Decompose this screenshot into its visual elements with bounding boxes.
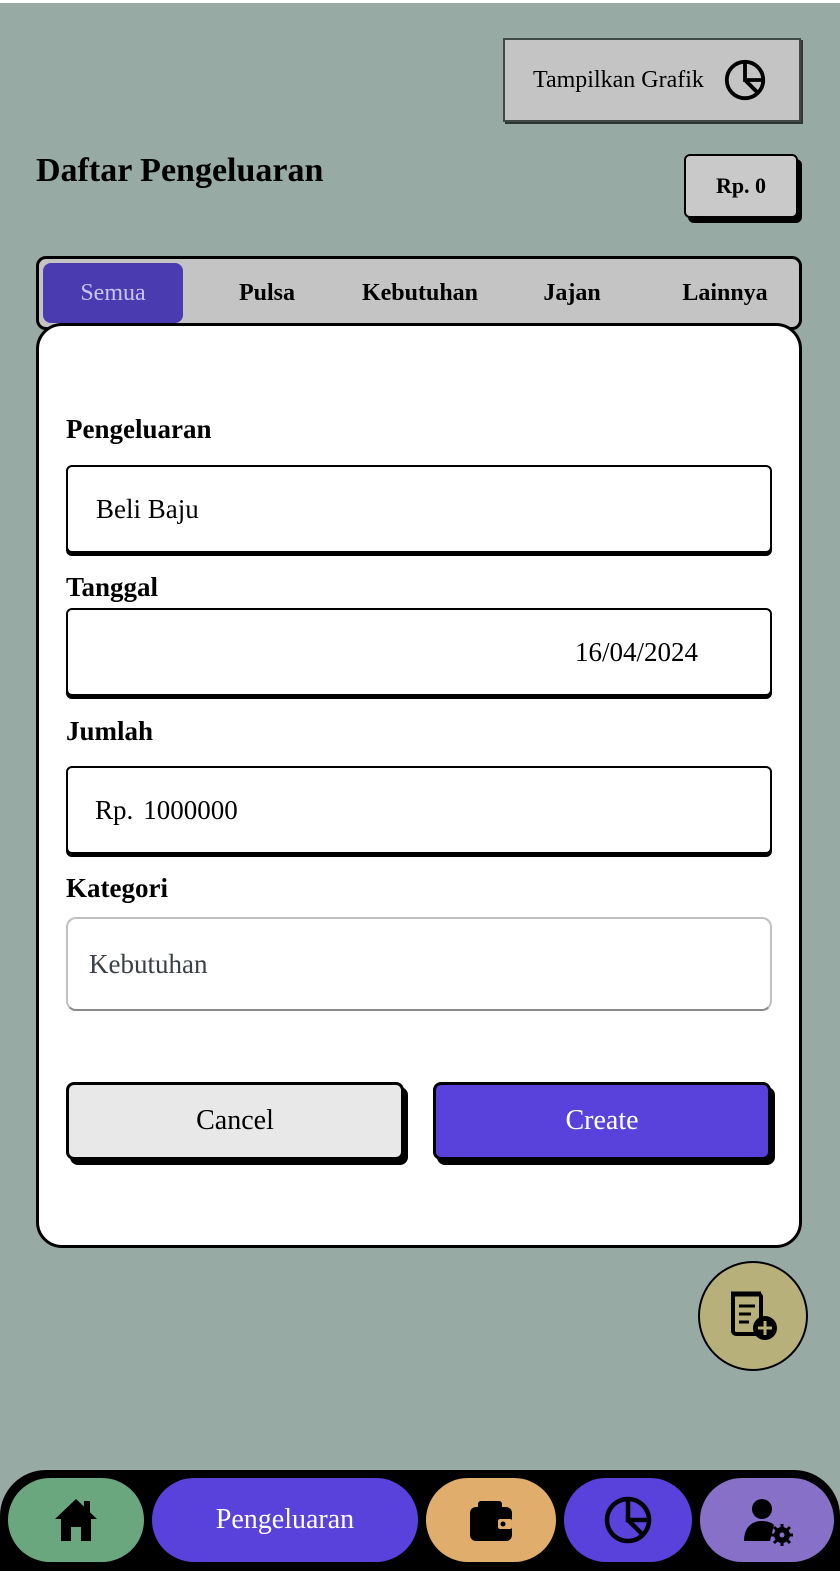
amount-label: Jumlah xyxy=(66,716,154,746)
amount-input-value: 1000000 xyxy=(143,794,238,825)
user-settings-icon xyxy=(744,1499,793,1546)
category-label: Kategori xyxy=(66,873,168,903)
expense-input-value: Beli Baju xyxy=(96,493,199,524)
nav-home-button[interactable] xyxy=(8,1478,144,1562)
date-input-value: 16/04/2024 xyxy=(574,636,698,667)
nav-chart-button[interactable] xyxy=(564,1478,692,1562)
category-select[interactable]: Kebutuhan xyxy=(66,917,772,1011)
tab-semua[interactable]: Semua xyxy=(43,263,183,323)
cancel-button[interactable]: Cancel xyxy=(66,1082,404,1160)
nav-expenses-label: Pengeluaran xyxy=(215,1504,355,1535)
nav-wallet-button[interactable] xyxy=(426,1478,556,1562)
date-label: Tanggal xyxy=(66,572,159,602)
page-title: Daftar Pengeluaran xyxy=(36,152,324,189)
tab-lainnya[interactable]: Lainnya xyxy=(655,263,795,323)
pie-chart-icon xyxy=(604,1496,652,1544)
currency-prefix: Rp. xyxy=(95,794,134,825)
amount-input[interactable]: Rp. 1000000 xyxy=(66,766,772,854)
pie-chart-icon xyxy=(724,59,766,101)
expense-input[interactable]: Beli Baju xyxy=(66,465,772,553)
tab-pulsa[interactable]: Pulsa xyxy=(197,263,337,323)
tab-jajan[interactable]: Jajan xyxy=(502,263,642,323)
add-expense-button[interactable] xyxy=(698,1261,808,1371)
nav-expenses-button[interactable]: Pengeluaran xyxy=(152,1478,418,1562)
category-tabs: Semua Pulsa Kebutuhan Jajan Lainnya xyxy=(36,256,802,330)
create-button[interactable]: Create xyxy=(433,1082,771,1160)
home-icon xyxy=(55,1499,97,1541)
date-input[interactable]: 16/04/2024 xyxy=(66,608,772,696)
total-badge: Rp. 0 xyxy=(684,154,798,218)
show-chart-button[interactable]: Tampilkan Grafik xyxy=(503,38,801,122)
top-strip xyxy=(0,0,840,3)
bottom-nav: Pengeluaran xyxy=(0,1470,840,1571)
show-chart-label: Tampilkan Grafik xyxy=(533,66,704,93)
nav-profile-button[interactable] xyxy=(700,1478,834,1562)
expense-label: Pengeluaran xyxy=(66,414,212,444)
tab-kebutuhan[interactable]: Kebutuhan xyxy=(350,263,490,323)
add-expense-icon xyxy=(731,1291,777,1340)
wallet-icon xyxy=(470,1501,512,1541)
category-select-value: Kebutuhan xyxy=(89,948,208,979)
